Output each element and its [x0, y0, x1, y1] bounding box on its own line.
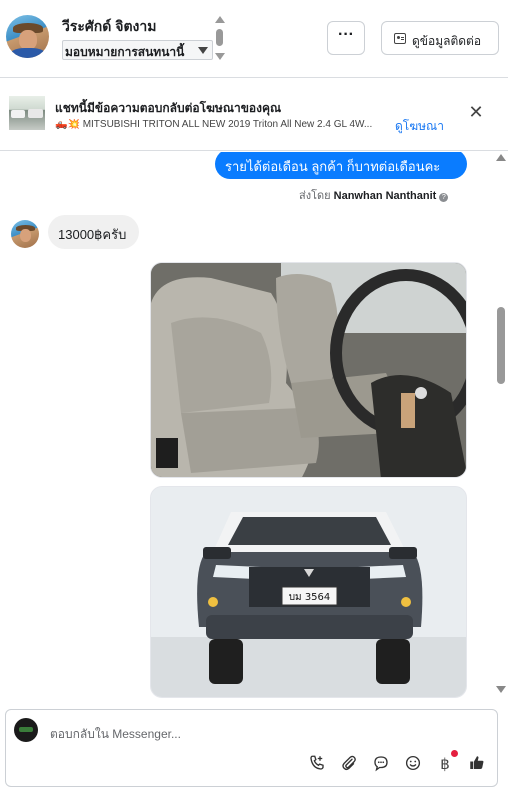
- scroll-thumb[interactable]: [216, 29, 223, 46]
- message-composer[interactable]: ตอบกลับใน Messenger... ฿: [5, 709, 498, 787]
- scroll-down-icon[interactable]: [496, 686, 506, 693]
- thumbs-up-icon[interactable]: [467, 754, 487, 774]
- close-icon[interactable]: ✕: [468, 103, 484, 121]
- view-ad-link[interactable]: ดูโฆษณา: [395, 117, 444, 136]
- thread-scrollbar[interactable]: [496, 154, 506, 694]
- contact-card-icon: [394, 33, 406, 44]
- ad-banner-title: แชทนี้มีข้อความตอบกลับต่อโฆษณาของคุณ: [55, 101, 282, 115]
- contact-name[interactable]: วีระศักด์ จิตงาม: [62, 16, 156, 38]
- baht-icon[interactable]: ฿: [435, 750, 458, 774]
- incoming-message[interactable]: 13000฿ครับ: [48, 215, 139, 249]
- view-contact-info-label: ดูข้อมูลติดต่อ: [412, 34, 482, 48]
- license-plate-text: บม 3564: [289, 592, 331, 603]
- sent-by-name: Nanwhan Nanthanit: [333, 190, 437, 202]
- ad-subtitle-text: MITSUBISHI TRITON ALL NEW 2019 Triton Al…: [82, 119, 373, 130]
- sender-avatar[interactable]: [11, 220, 39, 248]
- scroll-up-icon[interactable]: [215, 16, 225, 23]
- emoji-icon[interactable]: [403, 754, 423, 774]
- car-interior-photo[interactable]: [150, 262, 467, 478]
- header-scroll-control[interactable]: [214, 16, 226, 62]
- scroll-up-icon[interactable]: [496, 154, 506, 161]
- chat-bubble-icon[interactable]: [371, 754, 391, 774]
- sent-by-prefix: ส่งโดย: [299, 190, 334, 202]
- ad-emoji: 🛻💥: [55, 119, 80, 130]
- ad-reply-banner: แชทนี้มีข้อความตอบกลับต่อโฆษณาของคุณ 🛻💥 …: [0, 79, 508, 151]
- assign-conversation-select[interactable]: มอบหมายการสนทนานี้: [62, 40, 213, 60]
- notification-dot: [451, 750, 458, 757]
- scroll-down-icon[interactable]: [215, 53, 225, 60]
- phone-add-icon[interactable]: [307, 754, 327, 774]
- page-avatar: [14, 718, 38, 742]
- chevron-down-icon: [198, 47, 208, 54]
- assign-label: มอบหมายการสนทนานี้: [65, 45, 185, 59]
- thread-scroll-thumb[interactable]: [497, 307, 505, 384]
- sent-by-line: ส่งโดย Nanwhan Nanthanit ?: [299, 186, 449, 204]
- view-contact-info-button[interactable]: ดูข้อมูลติดต่อ: [381, 21, 499, 55]
- message-thread[interactable]: รายได้ต่อเดือน ลูกค้า ก็บาทต่อเดือนคะ ส่…: [0, 152, 508, 698]
- outgoing-message[interactable]: รายได้ต่อเดือน ลูกค้า ก็บาทต่อเดือนคะ: [215, 152, 467, 179]
- ad-banner-subtitle: 🛻💥 MITSUBISHI TRITON ALL NEW 2019 Triton…: [55, 119, 385, 130]
- pickup-truck-photo[interactable]: บม 3564: [150, 486, 467, 698]
- conversation-header: วีระศักด์ จิตงาม มอบหมายการสนทนานี้ ··· …: [0, 0, 508, 78]
- contact-avatar[interactable]: [6, 15, 49, 58]
- attach-icon[interactable]: [339, 754, 359, 774]
- reply-input[interactable]: ตอบกลับใน Messenger...: [50, 725, 181, 744]
- ad-thumbnail[interactable]: [9, 96, 45, 130]
- info-icon[interactable]: ?: [439, 193, 449, 202]
- more-options-button[interactable]: ···: [327, 21, 365, 55]
